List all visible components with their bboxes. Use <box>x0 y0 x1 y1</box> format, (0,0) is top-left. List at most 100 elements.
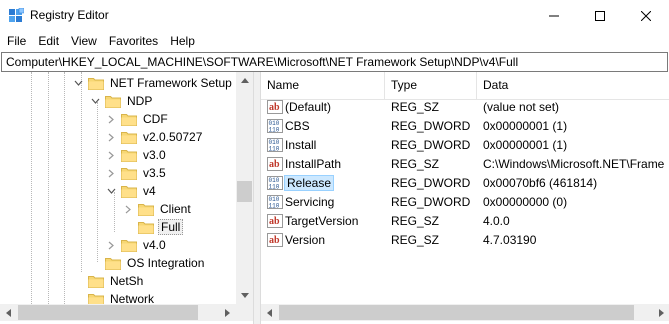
chevron-right-icon[interactable] <box>105 149 117 161</box>
tree-node[interactable]: OS Integration <box>89 254 206 272</box>
values-horizontal-scroll-thumb[interactable] <box>279 305 634 320</box>
value-row[interactable]: 010 110 CBS REG_DWORD 0x00000001 (1) <box>261 117 669 136</box>
value-type: REG_DWORD <box>391 119 471 133</box>
tree-node[interactable]: v3.5 <box>105 164 168 182</box>
tree-node-label: NDP <box>127 94 153 108</box>
folder-icon <box>121 148 137 162</box>
value-type: REG_DWORD <box>391 176 471 190</box>
menu-view[interactable]: View <box>65 31 103 51</box>
tree-node[interactable]: v4 <box>105 182 158 200</box>
value-data: 0x00000001 (1) <box>483 138 568 152</box>
value-row[interactable]: ab (Default) REG_SZ (value not set) <box>261 98 669 117</box>
binary-value-icon: 010 110 <box>267 138 283 153</box>
tree-node[interactable]: v3.0 <box>105 146 168 164</box>
tree-horizontal-scrollbar[interactable] <box>0 304 236 321</box>
svg-text:ab: ab <box>269 216 280 227</box>
maximize-button[interactable] <box>577 0 623 31</box>
value-type: REG_DWORD <box>391 195 471 209</box>
value-name: Release <box>284 175 335 191</box>
column-header-data[interactable]: Data <box>477 72 669 99</box>
folder-icon <box>121 112 137 126</box>
value-row[interactable]: 010 110 Install REG_DWORD 0x00000001 (1) <box>261 136 669 155</box>
chevron-right-icon[interactable] <box>105 113 117 125</box>
tree-node-label: NetSh <box>110 274 144 288</box>
value-data: 4.7.03190 <box>483 233 537 247</box>
value-name: CBS <box>285 119 310 133</box>
value-row[interactable]: ab Version REG_SZ 4.7.03190 <box>261 231 669 250</box>
tree-node[interactable]: v2.0.50727 <box>105 128 204 146</box>
tree-node[interactable]: NET Framework Setup <box>72 74 234 92</box>
menu-help[interactable]: Help <box>164 31 201 51</box>
chevron-down-icon[interactable] <box>89 95 101 107</box>
minimize-button[interactable] <box>531 0 577 31</box>
value-data: (value not set) <box>483 100 560 114</box>
chevron-down-icon[interactable] <box>105 185 117 197</box>
tree-guide-line <box>64 72 65 304</box>
menu-favorites[interactable]: Favorites <box>103 31 164 51</box>
values-list-pane[interactable]: Name Type Data ab (Default) REG_SZ (value n… <box>260 72 669 324</box>
registry-editor-app-icon <box>8 7 25 24</box>
scroll-up-arrow-icon[interactable] <box>236 72 253 89</box>
tree-node-label: OS Integration <box>127 256 205 270</box>
open-folder-icon <box>138 220 154 234</box>
value-data: C:\Windows\Microsoft.NET\Frame <box>483 157 665 171</box>
folder-icon <box>121 238 137 252</box>
folder-icon <box>121 184 137 198</box>
binary-value-icon: 010 110 <box>267 119 283 134</box>
column-header-name[interactable]: Name <box>261 72 385 99</box>
tree-node[interactable]: Full <box>122 218 184 236</box>
value-type: REG_DWORD <box>391 138 471 152</box>
value-name: InstallPath <box>285 157 342 171</box>
chevron-down-icon[interactable] <box>72 77 84 89</box>
svg-text:ab: ab <box>269 102 280 113</box>
tree-node[interactable]: CDF <box>105 110 170 128</box>
value-row[interactable]: 010 110 Servicing REG_DWORD 0x00000000 (0) <box>261 193 669 212</box>
scroll-corner <box>236 304 253 321</box>
svg-text:110: 110 <box>269 146 280 153</box>
value-row[interactable]: ab InstallPath REG_SZ C:\Windows\Microsoft.… <box>261 155 669 174</box>
string-value-icon: ab <box>267 214 283 228</box>
tree-node[interactable]: v4.0 <box>105 236 168 254</box>
scroll-left-arrow-icon[interactable] <box>261 304 278 321</box>
value-data: 4.0.0 <box>483 214 510 228</box>
values-horizontal-scrollbar[interactable] <box>261 304 669 321</box>
value-data: 0x00000000 (0) <box>483 195 568 209</box>
chevron-right-icon[interactable] <box>122 203 134 215</box>
value-name: Install <box>285 138 317 152</box>
chevron-right-icon[interactable] <box>105 239 117 251</box>
chevron-right-icon[interactable] <box>105 131 117 143</box>
tree-node-label: v4 <box>143 184 156 198</box>
key-tree-pane[interactable]: NET Framework Setup NDP CDF v2.0.50727 v3.0 v… <box>0 72 254 324</box>
chevron-right-icon[interactable] <box>105 167 117 179</box>
svg-text:ab: ab <box>269 159 280 170</box>
scroll-left-arrow-icon[interactable] <box>0 304 17 321</box>
value-name: TargetVersion <box>285 214 359 228</box>
string-value-icon: ab <box>267 100 283 114</box>
address-path[interactable]: Computer\HKEY_LOCAL_MACHINE\SOFTWARE\Mic… <box>6 55 518 69</box>
folder-icon <box>138 202 154 216</box>
value-type: REG_SZ <box>391 100 440 114</box>
value-row[interactable]: 010 110 Release REG_DWORD 0x00070bf6 (461814… <box>261 174 669 193</box>
value-name: (Default) <box>285 100 332 114</box>
tree-node[interactable]: NetSh <box>72 272 145 290</box>
value-row[interactable]: ab TargetVersion REG_SZ 4.0.0 <box>261 212 669 231</box>
scroll-down-arrow-icon[interactable] <box>236 287 253 304</box>
value-data: 0x00000001 (1) <box>483 119 568 133</box>
tree-node[interactable]: NDP <box>89 92 154 110</box>
tree-horizontal-scroll-thumb[interactable] <box>18 305 198 320</box>
menu-file[interactable]: File <box>0 31 32 51</box>
value-name: Servicing <box>285 195 335 209</box>
close-button[interactable] <box>623 0 669 31</box>
menu-edit[interactable]: Edit <box>32 31 65 51</box>
tree-node-label: CDF <box>143 112 168 126</box>
address-bar[interactable]: Computer\HKEY_LOCAL_MACHINE\SOFTWARE\Mic… <box>1 52 668 72</box>
tree-node-label: Client <box>160 202 191 216</box>
tree-node[interactable]: Client <box>122 200 193 218</box>
column-header-type[interactable]: Type <box>385 72 477 99</box>
tree-vertical-scroll-thumb[interactable] <box>237 181 252 202</box>
tree-vertical-scrollbar[interactable] <box>236 72 253 304</box>
scroll-right-arrow-icon[interactable] <box>219 304 236 321</box>
scroll-right-arrow-icon[interactable] <box>653 304 669 321</box>
svg-text:110: 110 <box>269 203 280 210</box>
